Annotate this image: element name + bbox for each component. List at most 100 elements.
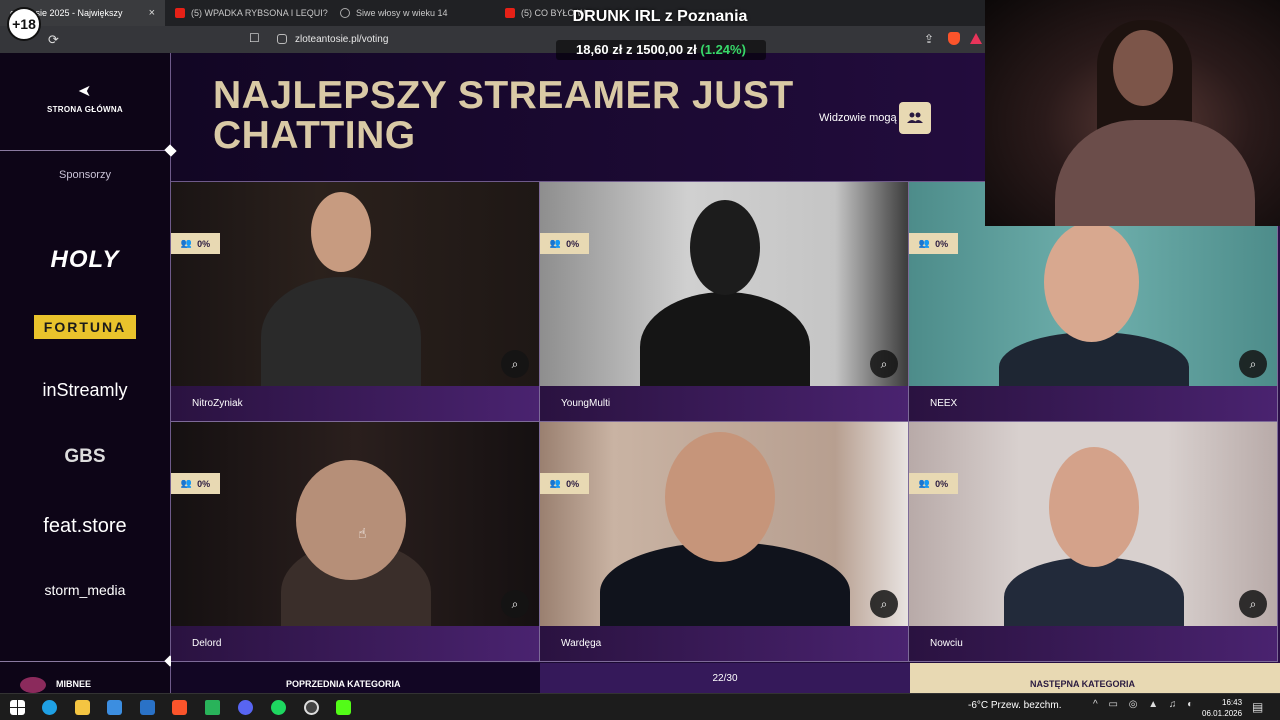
clock[interactable]: 16:43 06.01.2026 <box>1202 697 1242 719</box>
webcam-body <box>1055 120 1255 226</box>
screen: e Antosie 2025 - Największy × (5) WPADKA… <box>0 0 1280 720</box>
users-icon: 👥 <box>549 238 562 248</box>
vote-percent: 0% <box>197 478 211 489</box>
nominee-name: NEEX <box>930 398 958 409</box>
spotify-icon[interactable] <box>271 700 286 715</box>
mouse-cursor-icon: ☝ <box>358 525 367 541</box>
next-category-button[interactable]: NASTĘPNA KATEGORIA <box>910 663 1280 693</box>
nominee-name: Wardęga <box>561 638 602 649</box>
notification-icon[interactable]: ▤ <box>1252 700 1263 714</box>
obs-icon[interactable] <box>304 700 319 715</box>
sponsor-instreamly-logo[interactable]: inStreamly <box>0 380 170 401</box>
zoom-icon[interactable]: ⌕ <box>1239 590 1267 618</box>
users-icon: 👥 <box>918 238 931 248</box>
youtube-icon <box>505 8 515 18</box>
sponsor-fortuna-text: FORTUNA <box>33 315 137 339</box>
vote-percent-badge: 👥 0% <box>540 473 589 494</box>
webcam-face <box>1113 30 1173 106</box>
vote-percent-badge: 👥 0% <box>171 473 220 494</box>
vote-percent-badge: 👥 0% <box>909 473 958 494</box>
webcam-overlay <box>985 0 1280 226</box>
category-pagination: POPRZEDNIA KATEGORIA 22/30 NASTĘPNA KATE… <box>171 663 1280 693</box>
nominee-card[interactable]: 👥 0% ⌕ Wardęga <box>540 422 909 662</box>
nominee-card[interactable]: 👥 0% ⌕ Nowciu <box>909 422 1278 662</box>
divider <box>0 150 171 151</box>
reload-icon[interactable]: ⟳ <box>48 32 59 48</box>
sponsor-featstore-logo[interactable]: feat.store <box>0 515 170 538</box>
nominee-photo <box>909 422 1277 637</box>
age-rating-badge: +18 <box>7 7 41 41</box>
nominee-name-bar: YoungMulti <box>540 386 908 421</box>
home-label: STRONA GŁÓWNA <box>46 105 124 114</box>
vote-percent-badge: 👥 0% <box>540 233 589 254</box>
nominee-photo <box>540 182 908 402</box>
weather-widget[interactable]: -6°C Przew. bezchm. <box>968 700 1061 711</box>
sponsor-fortuna-logo[interactable]: FORTUNA <box>0 315 170 339</box>
bookmark-icon[interactable]: ☐ <box>249 31 260 45</box>
kick-icon[interactable] <box>336 700 351 715</box>
page-number: 22/30 <box>712 673 738 684</box>
brave-shields-icon[interactable] <box>948 32 960 45</box>
nominee-card[interactable]: 👥 0% ⌕ NitroZyniak <box>171 182 540 422</box>
page-indicator: 22/30 <box>540 663 910 693</box>
nominee-card[interactable]: 👥 0% ⌕ Delord <box>171 422 540 662</box>
discord-icon[interactable] <box>238 700 253 715</box>
vote-percent: 0% <box>935 238 949 249</box>
vote-percent-badge: 👥 0% <box>171 233 220 254</box>
tab-siwe-wlosy[interactable]: Siwe włosy w wieku 14 <box>330 0 495 26</box>
media-player-icon[interactable] <box>205 700 220 715</box>
nominee-name-bar: Wardęga <box>540 626 908 661</box>
nominee-name: NitroZyniak <box>192 398 243 409</box>
home-link[interactable]: ➤ STRONA GŁÓWNA <box>0 81 170 114</box>
donation-target: 1500,00 zł <box>636 42 697 57</box>
zoom-icon[interactable]: ⌕ <box>1239 350 1267 378</box>
site-settings-icon[interactable] <box>277 34 287 44</box>
users-icon[interactable] <box>899 102 931 134</box>
vote-percent: 0% <box>566 478 580 489</box>
globe-icon <box>340 8 350 18</box>
sponsor-mibnee-logo[interactable]: MIBNEE <box>56 679 91 689</box>
system-tray-icons[interactable]: ^ ▭ ◎ ▲ ♫ ◐ <box>1093 699 1197 710</box>
store-icon[interactable] <box>107 700 122 715</box>
tab-youtube-wpadka[interactable]: (5) WPADKA RYBSONA I LEQUI? MA <box>165 0 330 26</box>
brave-icon[interactable] <box>172 700 187 715</box>
clock-date: 06.01.2026 <box>1202 709 1243 718</box>
viewers-label: Widzowie mogą <box>819 112 897 124</box>
sponsor-gbs-logo[interactable]: GBS <box>0 446 170 468</box>
windows-taskbar: -6°C Przew. bezchm. ^ ▭ ◎ ▲ ♫ ◐ 16:43 06… <box>0 693 1280 720</box>
vote-percent: 0% <box>935 478 949 489</box>
tab-label: (5) WPADKA RYBSONA I LEQUI? MA <box>191 8 330 18</box>
tab-label: Siwe włosy w wieku 14 <box>356 8 448 18</box>
sponsor-holy-logo[interactable]: HOLY <box>0 246 170 274</box>
sponsor-stormmedia-logo[interactable]: storm_media <box>0 582 170 598</box>
donation-percent: (1.24%) <box>700 42 746 57</box>
zoom-icon[interactable]: ⌕ <box>870 590 898 618</box>
edge-icon[interactable] <box>42 700 57 715</box>
zoom-icon[interactable]: ⌕ <box>501 590 529 618</box>
vote-percent: 0% <box>566 238 580 249</box>
sponsor-mibnee-icon <box>20 677 46 693</box>
sponsors-heading: Sponsorzy <box>59 169 111 181</box>
nominee-name-bar: Nowciu <box>909 626 1277 661</box>
zoom-icon[interactable]: ⌕ <box>501 350 529 378</box>
divider <box>0 661 171 662</box>
nominee-name: Nowciu <box>930 638 963 649</box>
brave-rewards-icon[interactable] <box>970 33 982 44</box>
users-icon: 👥 <box>180 478 193 488</box>
share-icon[interactable]: ⇪ <box>924 32 934 46</box>
tab-close-icon[interactable]: × <box>149 7 155 19</box>
file-explorer-icon[interactable] <box>75 700 90 715</box>
url-field[interactable]: zloteantosie.pl/voting <box>295 34 388 45</box>
donation-separator: z <box>625 42 633 57</box>
nominee-card[interactable]: 👥 0% ⌕ YoungMulti <box>540 182 909 422</box>
nominee-photo <box>171 422 539 642</box>
nominee-name-bar: NEEX <box>909 386 1277 421</box>
prev-category-button[interactable]: POPRZEDNIA KATEGORIA <box>171 663 540 693</box>
youtube-icon <box>175 8 185 18</box>
users-icon: 👥 <box>918 478 931 488</box>
sidebar: ➤ STRONA GŁÓWNA Sponsorzy HOLY FORTUNA i… <box>0 53 176 693</box>
zoom-icon[interactable]: ⌕ <box>870 350 898 378</box>
outlook-icon[interactable] <box>140 700 155 715</box>
windows-start-icon[interactable] <box>10 700 25 715</box>
users-icon: 👥 <box>549 478 562 488</box>
